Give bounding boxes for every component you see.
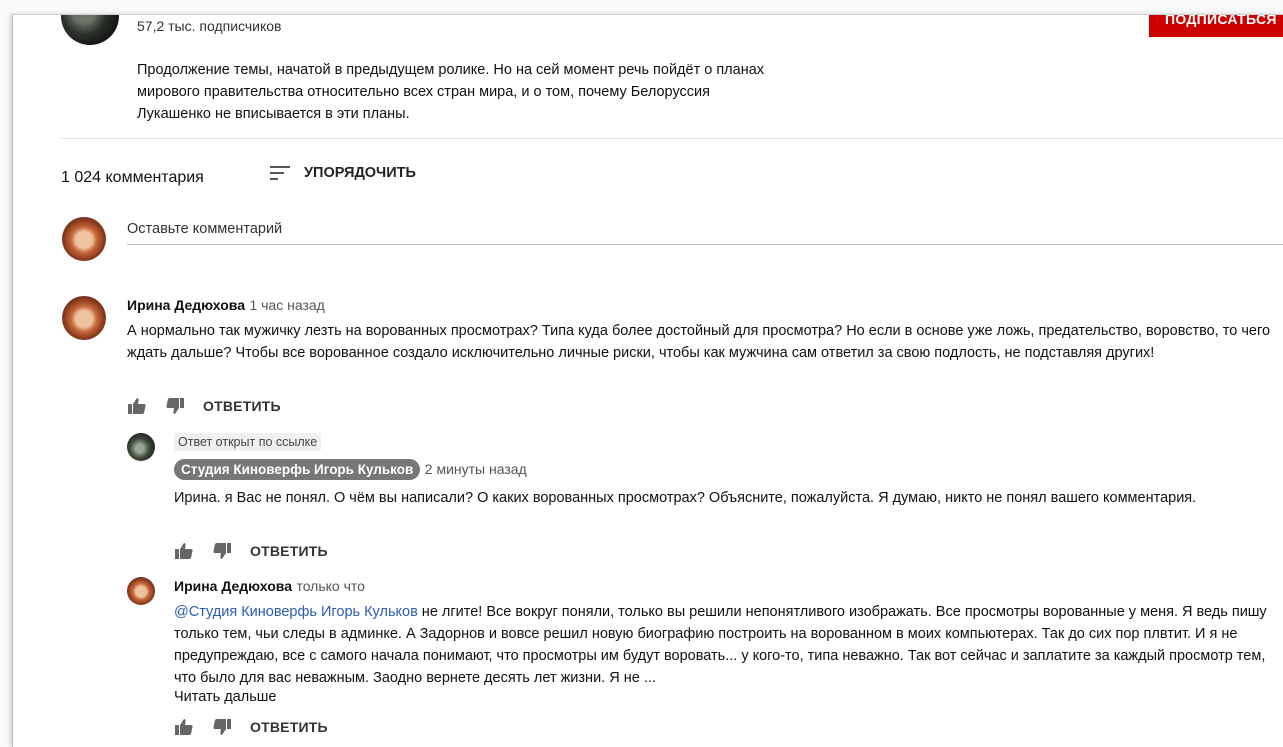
avatar[interactable] xyxy=(62,296,106,340)
linked-reply-badge-wrap: Ответ открыт по ссылке xyxy=(174,433,322,451)
dislike-icon[interactable] xyxy=(212,718,232,736)
subscriber-count: 57,2 тыс. подписчиков xyxy=(137,18,282,34)
avatar[interactable] xyxy=(127,577,155,605)
comment-author[interactable]: Ирина Дедюхова xyxy=(127,297,245,313)
reply-author[interactable]: Ирина Дедюхова xyxy=(174,578,292,594)
add-comment-input[interactable]: Оставьте комментарий xyxy=(127,221,282,237)
current-user-avatar xyxy=(62,217,106,261)
like-icon[interactable] xyxy=(127,397,147,415)
sort-button[interactable]: УПОРЯДОЧИТЬ xyxy=(270,165,416,181)
reply-header: Ирина Дедюхова только что xyxy=(174,578,365,596)
sort-label: УПОРЯДОЧИТЬ xyxy=(304,165,416,181)
comment-text: А нормально так мужичку лезть на ворован… xyxy=(127,323,1271,361)
add-comment-underline xyxy=(127,244,1283,245)
reply-actions: ОТВЕТИТЬ xyxy=(174,542,328,560)
reply-text: @Студия Киноверфь Игорь Кульков не лгите… xyxy=(174,601,1269,689)
channel-avatar[interactable] xyxy=(61,15,119,45)
divider xyxy=(61,138,1283,139)
comment-time[interactable]: 1 час назад xyxy=(249,297,324,313)
like-icon[interactable] xyxy=(174,718,194,736)
reply-time[interactable]: 2 минуты назад xyxy=(425,461,527,477)
avatar[interactable] xyxy=(127,433,155,461)
reply-button[interactable]: ОТВЕТИТЬ xyxy=(250,719,328,735)
sort-icon xyxy=(270,166,292,180)
channel-owner-chip[interactable]: Студия Киноверфь Игорь Кульков xyxy=(174,459,421,480)
reply-actions: ОТВЕТИТЬ xyxy=(174,718,328,736)
linked-reply-badge: Ответ открыт по ссылке xyxy=(174,433,322,451)
comment-header: Ирина Дедюхова 1 час назад xyxy=(127,297,325,315)
reply-text: Ирина. я Вас не понял. О чём вы написали… xyxy=(174,490,1197,506)
subscribe-button[interactable]: ПОДПИСАТЬСЯ xyxy=(1149,15,1283,37)
reply-time[interactable]: только что xyxy=(296,578,365,594)
dislike-icon[interactable] xyxy=(212,542,232,560)
video-description: Продолжение темы, начатой в предыдущем р… xyxy=(137,62,765,122)
reply-header: Студия Киноверфь Игорь Кульков 2 минуты … xyxy=(174,459,527,480)
read-more-link[interactable]: Читать дальше xyxy=(174,689,276,705)
reply-button[interactable]: ОТВЕТИТЬ xyxy=(250,543,328,559)
mention-link[interactable]: @Студия Киноверфь Игорь Кульков xyxy=(174,604,418,620)
like-icon[interactable] xyxy=(174,542,194,560)
youtube-comments-page: 57,2 тыс. подписчиков ПОДПИСАТЬСЯ Продол… xyxy=(12,14,1283,747)
comment-actions: ОТВЕТИТЬ xyxy=(127,397,281,415)
comments-count: 1 024 комментария xyxy=(61,169,204,186)
dislike-icon[interactable] xyxy=(165,397,185,415)
reply-button[interactable]: ОТВЕТИТЬ xyxy=(203,398,281,414)
